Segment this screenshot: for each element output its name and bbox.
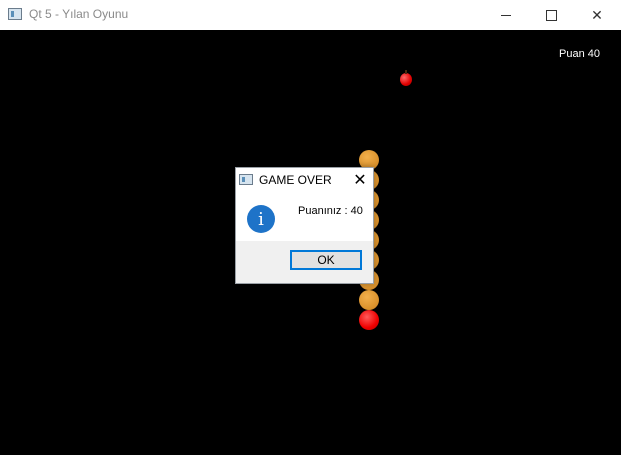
dialog-title-bar[interactable]: GAME OVER ✕ — [236, 168, 373, 191]
snake-segment — [359, 290, 379, 310]
dialog-title: GAME OVER — [259, 173, 332, 187]
minimize-button[interactable] — [483, 0, 529, 30]
score-label: Puan 40 — [559, 48, 600, 60]
close-button[interactable]: ✕ — [574, 0, 620, 30]
dialog-message: Puanınız : 40 — [298, 205, 363, 217]
ok-button[interactable]: OK — [290, 250, 362, 270]
app-window-icon — [8, 8, 22, 20]
close-icon: ✕ — [353, 171, 367, 189]
window-title: Qt 5 - Yılan Oyunu — [29, 7, 129, 21]
info-icon: i — [247, 205, 275, 233]
dialog-close-button[interactable]: ✕ — [349, 169, 371, 190]
snake-head — [359, 310, 379, 330]
main-window: Qt 5 - Yılan Oyunu ✕ Puan 40 GAME OVER ✕ — [0, 0, 621, 455]
close-icon: ✕ — [591, 6, 603, 23]
dialog-app-icon — [239, 174, 253, 185]
game-over-dialog: GAME OVER ✕ i Puanınız : 40 OK — [235, 167, 374, 284]
minimize-icon — [501, 14, 511, 16]
maximize-button[interactable] — [528, 0, 574, 30]
title-bar[interactable]: Qt 5 - Yılan Oyunu ✕ — [0, 0, 621, 30]
maximize-icon — [545, 9, 557, 21]
apple-icon — [400, 70, 412, 86]
dialog-footer: OK — [236, 241, 373, 283]
